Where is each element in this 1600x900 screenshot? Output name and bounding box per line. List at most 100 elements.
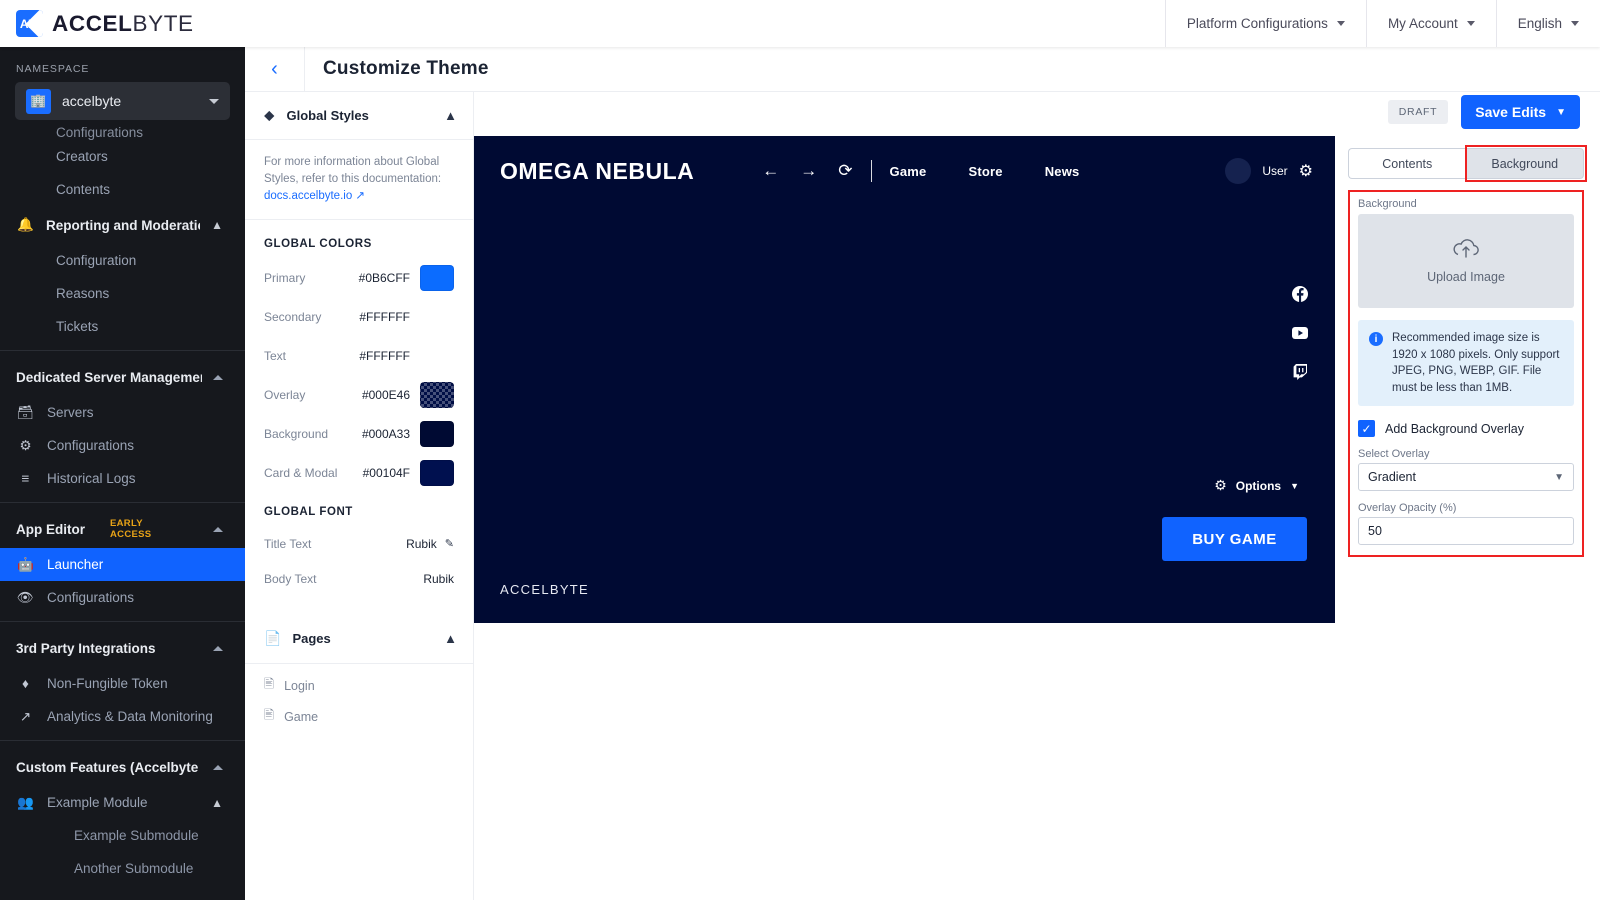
chevron-down-icon	[1466, 21, 1475, 26]
gear-icon[interactable]: ⚙	[1299, 161, 1313, 181]
color-swatch[interactable]	[420, 264, 454, 291]
eye-icon: 👁	[16, 589, 35, 605]
back-button[interactable]: ‹	[245, 46, 305, 92]
sidebar-item-example-module[interactable]: 👥 Example Module ▲	[0, 786, 245, 819]
sidebar-item-servers[interactable]: 🗃 Servers	[0, 396, 245, 429]
app-logo[interactable]: AB ACCELBYTE	[0, 10, 245, 37]
refresh-icon[interactable]: ⟳	[838, 161, 852, 181]
sidebar-item-analytics-data-monitoring[interactable]: ↗ Analytics & Data Monitoring	[0, 700, 245, 733]
chevron-up-icon[interactable]: ▲	[444, 631, 457, 646]
facebook-icon[interactable]	[1292, 286, 1308, 302]
color-swatch[interactable]	[420, 420, 454, 447]
add-background-overlay-checkbox[interactable]: ✓	[1358, 420, 1375, 437]
youtube-icon[interactable]	[1292, 325, 1308, 341]
sidebar-item-app-editor-configurations[interactable]: 👁 Configurations	[0, 581, 245, 614]
upload-image-label: Upload Image	[1427, 270, 1505, 284]
sidebar-item-reasons[interactable]: Reasons	[0, 277, 245, 310]
sidebar-item-label: Launcher	[47, 557, 104, 572]
sidebar-item-label: Tickets	[56, 319, 99, 334]
preview-nav-game[interactable]: Game	[890, 164, 927, 179]
preview-nav-store[interactable]: Store	[968, 164, 1002, 179]
add-background-overlay-row[interactable]: ✓ Add Background Overlay	[1358, 420, 1574, 437]
sidebar-item-configurations-clipped[interactable]: Configurations	[0, 124, 245, 140]
sidebar-group-dedicated-server-management[interactable]: Dedicated Server Management	[0, 358, 245, 396]
nft-icon: ♦	[22, 676, 29, 691]
color-row-primary[interactable]: Primary #0B6CFF	[245, 258, 473, 297]
pages-section-header[interactable]: 📄 Pages ▲	[245, 614, 473, 664]
sidebar-item-label: Example Submodule	[74, 828, 199, 843]
chevron-up-icon	[213, 374, 223, 380]
page-file-icon: 📄	[264, 630, 282, 646]
page-item-login[interactable]: 🖹 Login	[245, 670, 473, 701]
sidebar-item-historical-logs[interactable]: ≡ Historical Logs	[0, 462, 245, 495]
sidebar-item-example-submodule[interactable]: Example Submodule	[0, 819, 245, 852]
color-swatch[interactable]	[420, 303, 454, 330]
sidebar-item-another-submodule[interactable]: Another Submodule	[0, 852, 245, 885]
select-overlay-dropdown[interactable]: Gradient ▼	[1358, 463, 1574, 491]
sidebar-item-label: Servers	[47, 405, 94, 420]
chevron-up-icon[interactable]: ▲	[444, 108, 457, 123]
chevron-up-icon: ▲	[211, 795, 223, 810]
page-item-game[interactable]: 🖹 Game	[245, 701, 473, 732]
chevron-down-icon	[209, 98, 219, 104]
preview-options-label: Options	[1235, 478, 1282, 493]
page-header: ‹ Customize Theme	[245, 46, 1600, 92]
global-font-title: GLOBAL FONT	[264, 506, 353, 518]
preview-footer-brand: ACCELBYTE	[500, 582, 590, 597]
arrow-left-icon[interactable]: ←	[762, 161, 779, 181]
upload-cloud-icon	[1453, 238, 1479, 263]
color-label: Overlay	[264, 387, 306, 402]
tab-contents[interactable]: Contents	[1348, 148, 1466, 179]
sidebar-item-non-fungible-token[interactable]: ♦ Non-Fungible Token	[0, 667, 245, 700]
sidebar-item-dsm-configurations[interactable]: ⚙ Configurations	[0, 429, 245, 462]
color-row-background[interactable]: Background #000A33	[245, 414, 473, 453]
sidebar-item-contents[interactable]: Contents	[0, 173, 245, 206]
brand-name-part2: BYTE	[132, 10, 194, 36]
sidebar-group-reporting-and-moderation[interactable]: 🔔 Reporting and Moderation ▲	[0, 206, 245, 244]
overlay-opacity-input[interactable]: 50	[1358, 517, 1574, 545]
color-swatch[interactable]	[420, 342, 454, 369]
color-row-card-modal[interactable]: Card & Modal #00104F	[245, 453, 473, 492]
preview-nav-news[interactable]: News	[1045, 164, 1080, 179]
chevron-up-icon	[213, 645, 223, 651]
color-swatch[interactable]	[420, 381, 454, 408]
topnav-platform-configurations[interactable]: Platform Configurations	[1164, 0, 1366, 47]
chevron-down-icon: ▼	[1554, 471, 1564, 483]
sidebar-item-configuration[interactable]: Configuration	[0, 244, 245, 277]
namespace-selector[interactable]: 🏢 accelbyte	[15, 82, 230, 120]
sidebar-item-label: Historical Logs	[47, 471, 136, 486]
save-edits-button[interactable]: Save Edits ▼	[1461, 95, 1580, 129]
server-icon: 🗃	[16, 404, 35, 420]
edit-pencil-icon[interactable]: ✎	[445, 537, 454, 550]
sidebar-item-tickets[interactable]: Tickets	[0, 310, 245, 343]
helper-text: For more information about Global Styles…	[264, 156, 442, 185]
chevron-up-icon	[213, 764, 223, 770]
sidebar-group-custom-features[interactable]: Custom Features (Accelbyte In...	[0, 748, 245, 786]
sidebar-group-app-editor[interactable]: App Editor EARLY ACCESS	[0, 510, 245, 548]
arrow-right-icon[interactable]: →	[800, 161, 817, 181]
global-styles-header[interactable]: ⬥ Global Styles ▲	[245, 92, 473, 140]
avatar[interactable]	[1225, 158, 1252, 184]
preview-options-button[interactable]: ⚙ Options ▼	[1214, 477, 1299, 494]
docs-link[interactable]: docs.accelbyte.io ↗	[264, 190, 365, 202]
tab-background[interactable]: Background	[1465, 148, 1584, 179]
font-row-body-text: Body Text Rubik	[245, 561, 473, 596]
color-row-text[interactable]: Text #FFFFFF	[245, 336, 473, 375]
topnav-language[interactable]: English	[1495, 0, 1600, 47]
color-swatch[interactable]	[420, 459, 454, 486]
upload-image-dropzone[interactable]: Upload Image	[1358, 214, 1574, 308]
color-row-secondary[interactable]: Secondary #FFFFFF	[245, 297, 473, 336]
buy-game-button[interactable]: BUY GAME	[1162, 517, 1307, 561]
global-styles-title: Global Styles	[286, 108, 369, 123]
sidebar-item-creators[interactable]: Creators	[0, 140, 245, 173]
sidebar-item-label: Non-Fungible Token	[47, 676, 168, 691]
color-row-overlay[interactable]: Overlay #000E46	[245, 375, 473, 414]
brand-wordmark: ACCELBYTE	[52, 11, 194, 37]
sidebar-item-launcher[interactable]: 🤖 Launcher	[0, 548, 245, 581]
topnav-my-account[interactable]: My Account	[1365, 0, 1496, 47]
sidebar-group-label: Reporting and Moderation	[46, 217, 201, 233]
save-edits-label: Save Edits	[1475, 104, 1547, 120]
sidebar-group-3rd-party-integrations[interactable]: 3rd Party Integrations	[0, 629, 245, 667]
twitch-icon[interactable]	[1292, 364, 1308, 380]
namespace-value: accelbyte	[62, 93, 122, 109]
